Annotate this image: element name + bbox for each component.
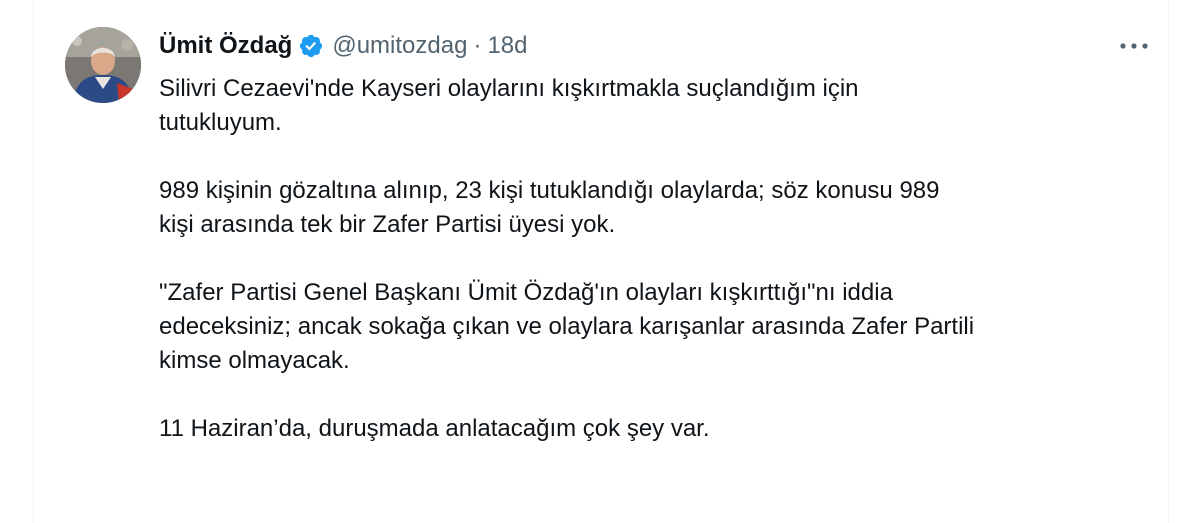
tweet-card[interactable]: Ümit Özdağ @umitozdag · 18d Silivri Ceza… xyxy=(33,0,1169,523)
tweet-line: 989 kişinin gözaltına alınıp, 23 kişi tu… xyxy=(159,177,940,204)
profile-photo xyxy=(65,27,141,103)
tweet-line: tutukluyum. xyxy=(159,109,282,136)
avatar[interactable] xyxy=(65,27,141,103)
tweet-line: "Zafer Partisi Genel Başkanı Ümit Özdağ'… xyxy=(159,279,893,306)
tweet-line: kişi arasında tek bir Zafer Partisi üyes… xyxy=(159,211,616,238)
tweet-line: kimse olmayacak. xyxy=(159,347,350,374)
header-separator: · xyxy=(473,32,482,59)
verified-badge-icon[interactable] xyxy=(298,33,324,59)
tweet-header: Ümit Özdağ @umitozdag · 18d xyxy=(159,30,527,62)
author-name[interactable]: Ümit Özdağ xyxy=(159,32,292,60)
tweet-line: edeceksiniz; ancak sokağa çıkan ve olayl… xyxy=(159,313,975,340)
tweet-line: 11 Haziran’da, duruşmada anlatacağım çok… xyxy=(159,415,710,442)
tweet-timestamp[interactable]: 18d xyxy=(487,32,527,60)
tweet-line: Silivri Cezaevi'nde Kayseri olaylarını k… xyxy=(159,75,859,102)
tweet-text: Silivri Cezaevi'nde Kayseri olaylarını k… xyxy=(159,72,1159,446)
more-horizontal-icon[interactable] xyxy=(1116,34,1152,58)
author-handle[interactable]: @umitozdag xyxy=(332,32,467,60)
